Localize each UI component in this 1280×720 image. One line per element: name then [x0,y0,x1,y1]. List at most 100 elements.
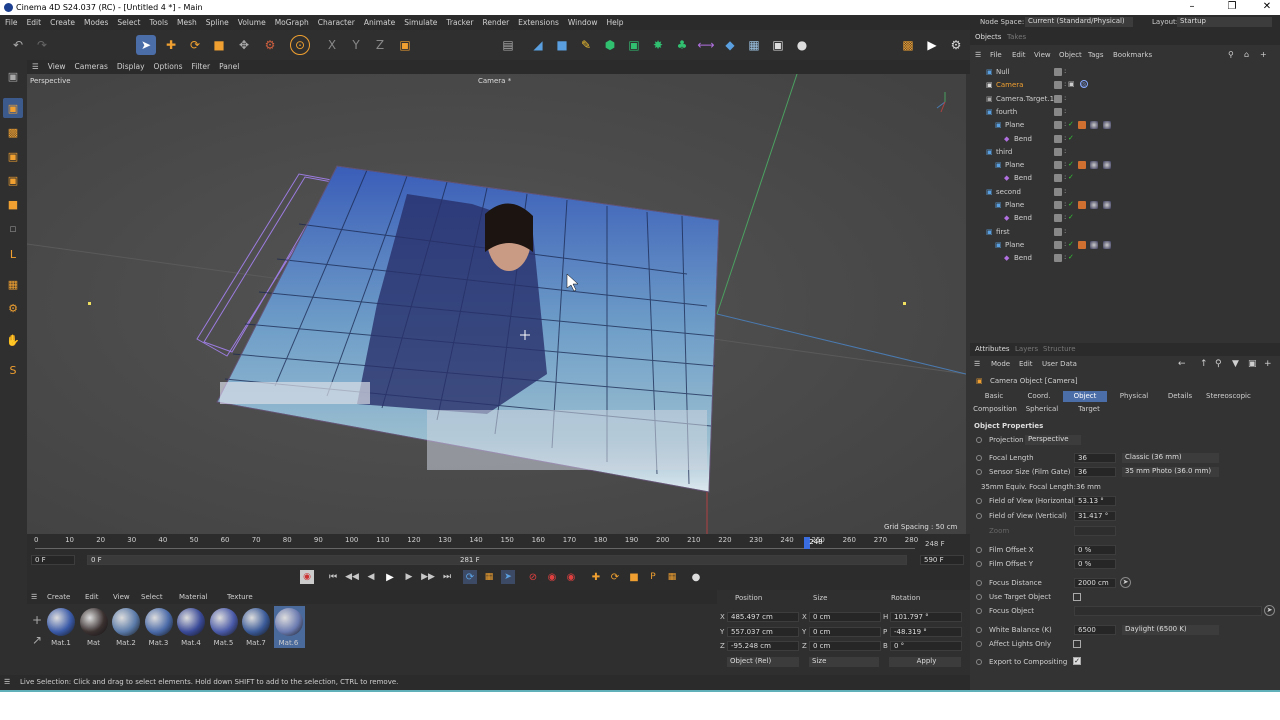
material-preview[interactable] [144,608,173,636]
key-scale-icon[interactable]: ■ [627,570,641,584]
key-position-icon[interactable]: ✚ [589,570,603,584]
menu-edit[interactable]: Edit [22,15,46,27]
visibility-icon[interactable] [1054,161,1062,170]
dots-icon[interactable]: : [1064,134,1066,142]
next-key-icon[interactable]: ▶▶ [421,570,435,584]
transform-icon[interactable]: ✥ [234,35,254,55]
use-target-checkbox[interactable] [1073,593,1081,601]
deformer-icon[interactable]: ⟷ [696,35,716,55]
object-name[interactable]: Plane [1005,241,1024,249]
object-name[interactable]: Bend [1014,174,1032,182]
attr-filter-icon[interactable]: ▼ [1232,359,1239,369]
dots-icon[interactable]: : [1064,173,1066,181]
restore-icon[interactable]: ❐ [1220,1,1244,12]
key-param-icon[interactable]: P [646,570,660,584]
autokey-icon[interactable]: ◉ [545,570,559,584]
viewport-menu-view[interactable]: View [43,60,70,71]
attr-lock-icon[interactable]: ▣ [1248,359,1257,369]
menu-character[interactable]: Character [313,15,359,27]
material-tag-icon[interactable] [1103,121,1111,130]
check-icon[interactable]: ✓ [1068,240,1074,248]
material-arrow-icon[interactable]: ↗ [29,632,45,648]
visibility-icon[interactable] [1054,214,1062,223]
record-icon[interactable]: ◉ [300,570,314,584]
check-icon[interactable]: ✓ [1068,200,1074,208]
array-icon[interactable]: ♣ [672,35,692,55]
prev-frame-icon[interactable]: ◀ [364,570,378,584]
viewport-menu-display[interactable]: Display [112,60,149,71]
check-icon[interactable]: ✓ [1068,160,1074,168]
object-name[interactable]: third [996,148,1012,156]
dots-icon[interactable]: : [1064,187,1066,195]
scale-icon[interactable]: ■ [209,35,229,55]
play-icon[interactable]: ▶ [383,570,397,584]
add-material-icon[interactable]: + [29,612,45,628]
dots-icon[interactable]: : [1064,120,1066,128]
subtab-object[interactable]: Object [1063,391,1107,402]
camera-tag-icon[interactable]: ▣ [1068,80,1075,88]
floor-icon[interactable]: ▦ [744,35,764,55]
subtab-coord[interactable]: Coord. [1017,391,1061,402]
dots-icon[interactable]: : [1064,213,1066,221]
tab-attributes[interactable]: Attributes [975,345,1010,353]
material-tag-icon[interactable] [1103,240,1111,249]
material-preview[interactable] [79,608,108,636]
fov-v-field[interactable]: 31.417 ° [1074,511,1116,521]
objects-menu-object[interactable]: Object [1059,51,1082,59]
check-icon[interactable]: ✓ [1068,213,1074,221]
object-row[interactable]: ◆ Bend: ✓ [970,172,1280,185]
move-icon[interactable]: ✚ [161,35,181,55]
viewport-menu-cameras[interactable]: Cameras [70,60,112,71]
attr-menu-user-data[interactable]: User Data [1042,360,1077,368]
uv-mode-icon[interactable]: ▫ [3,218,23,238]
loop-icon[interactable]: ⟳ [463,570,477,584]
coord-rotation-field[interactable]: 0 ° [890,641,962,651]
menu-modes[interactable]: Modes [79,15,112,27]
object-row[interactable]: ▣ Plane: ✓ [970,239,1280,252]
object-name[interactable]: second [996,188,1021,196]
object-name[interactable]: fourth [996,108,1017,116]
light-icon[interactable]: ● [792,35,812,55]
object-row[interactable]: ▣ Plane: ✓ [970,119,1280,132]
attr-menu-icon[interactable]: ☰ [974,360,980,368]
object-name[interactable]: Plane [1005,201,1024,209]
object-row[interactable]: ▣ Null: [970,66,1280,79]
subdivision-icon[interactable]: ⬢ [600,35,620,55]
subtab-physical[interactable]: Physical [1112,391,1156,402]
coord-position-field[interactable]: 557.037 cm [727,626,799,637]
coordinate-system-icon[interactable]: ⊙ [290,35,310,55]
up-arrow-icon[interactable]: ↑ [1200,359,1208,369]
dots-icon[interactable]: : [1064,240,1066,248]
redo-icon[interactable]: ↷ [32,35,52,55]
material-menu-view[interactable]: View [113,593,130,601]
tag-icon[interactable] [1078,201,1086,209]
end-frame-field[interactable]: 590 F [920,555,964,565]
fov-h-anim-dot[interactable] [976,498,982,504]
close-icon[interactable]: ✕ [1255,1,1279,12]
viewport-menu-options[interactable]: Options [149,60,187,71]
cube-icon[interactable]: ■ [552,35,572,55]
tag-icon[interactable] [1078,161,1086,170]
coord-size-field[interactable]: 0 cm [809,641,881,651]
z-axis-lock-icon[interactable]: Z [370,35,390,55]
field-icon[interactable]: ◆ [720,35,740,55]
check-icon[interactable]: ✓ [1068,253,1074,261]
dots-icon[interactable]: : [1064,107,1066,115]
material-menu-edit[interactable]: Edit [85,593,99,601]
visibility-icon[interactable] [1054,81,1062,90]
subtab-details[interactable]: Details [1158,391,1202,402]
viewport-menu-icon[interactable]: ☰ [27,60,43,71]
texture-mode-icon[interactable]: ▩ [3,122,23,142]
object-row[interactable]: ▣ Camera.Target.1: [970,93,1280,106]
objects-menu-tags[interactable]: Tags [1088,51,1104,59]
material-preview[interactable] [177,608,205,636]
dots-icon[interactable]: : [1064,147,1066,155]
subtab-target[interactable]: Target [1066,404,1112,415]
tab-takes[interactable]: Takes [1007,33,1026,41]
export-anim-dot[interactable] [976,659,982,665]
subtab-spherical[interactable]: Spherical [1019,404,1065,415]
dots-icon[interactable]: : [1064,253,1066,261]
menu-tracker[interactable]: Tracker [441,15,477,27]
focus-distance-field[interactable]: 2000 cm [1074,578,1116,588]
objects-menu-view[interactable]: View [1034,51,1051,59]
